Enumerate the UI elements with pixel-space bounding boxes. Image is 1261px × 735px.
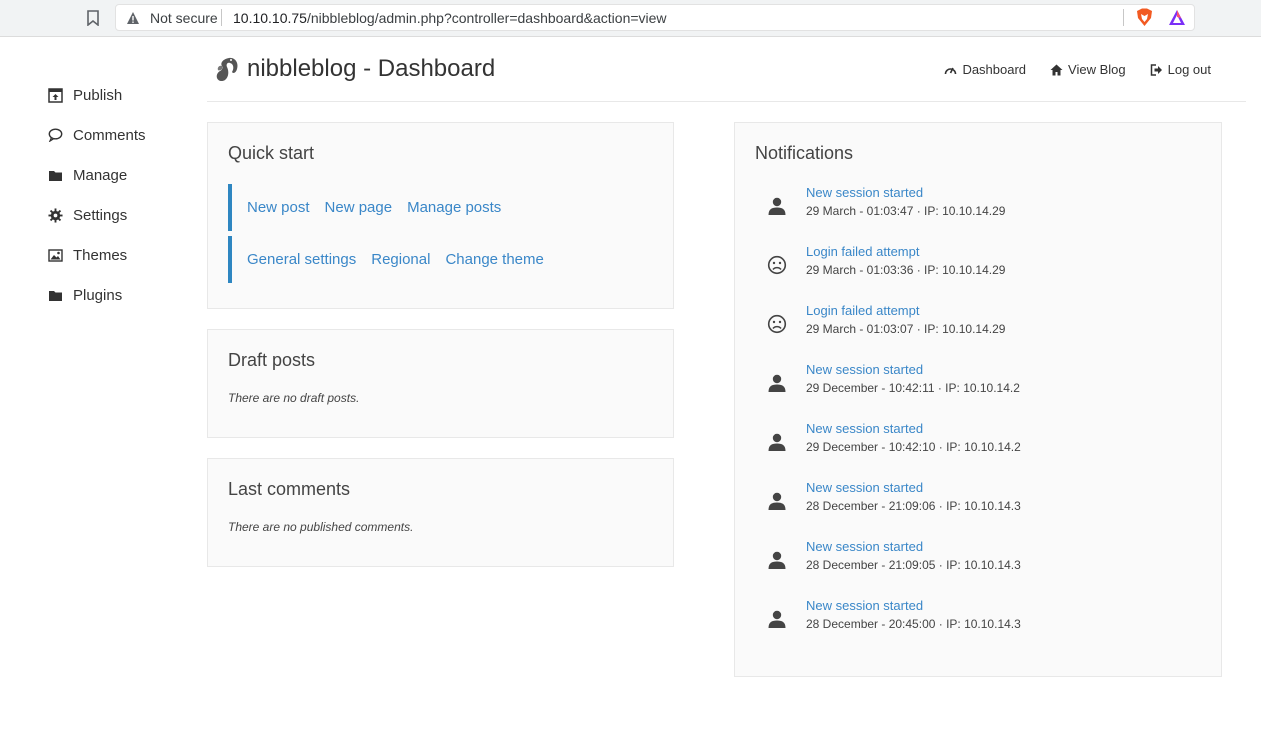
user-icon <box>767 609 787 629</box>
notification-detail: 29 March - 01:03:36 · IP: 10.10.14.29 <box>806 263 1006 277</box>
home-icon <box>1050 64 1063 75</box>
folder-icon <box>47 287 63 303</box>
browser-toolbar: Not secure 10.10.10.75/nibbleblog/admin.… <box>0 0 1261 37</box>
panel-title: Notifications <box>755 143 854 163</box>
sidebar-item-label: Themes <box>73 246 128 264</box>
url-text[interactable]: 10.10.10.75/nibbleblog/admin.php?control… <box>233 10 667 26</box>
nav-logout-link[interactable]: Log out <box>1150 62 1211 77</box>
notification-title-link[interactable]: New session started <box>806 539 923 554</box>
nav-label: Log out <box>1167 62 1211 77</box>
notification-title-link[interactable]: New session started <box>806 421 923 436</box>
quick-links-row: New post New page Manage posts <box>228 184 648 231</box>
logout-icon <box>1150 63 1162 76</box>
sidebar-item-label: Plugins <box>73 286 123 304</box>
last-comments-panel: Last comments There are no published com… <box>207 458 674 567</box>
sad-face-icon <box>767 314 787 334</box>
notification-item: New session started 28 December - 20:45:0… <box>755 598 1195 638</box>
draft-posts-panel: Draft posts There are no draft posts. <box>207 329 674 438</box>
bookmark-icon[interactable] <box>86 10 100 26</box>
panel-title: Quick start <box>228 143 315 163</box>
url-divider <box>221 9 222 26</box>
sidebar-item-manage[interactable]: Manage <box>47 164 127 186</box>
sidebar-item-label: Comments <box>73 126 146 144</box>
notification-detail: 29 March - 01:03:47 · IP: 10.10.14.29 <box>806 204 1006 218</box>
brave-shield-icon[interactable] <box>1136 8 1153 27</box>
image-icon <box>47 247 63 263</box>
notification-detail: 29 December - 10:42:11 · IP: 10.10.14.2 <box>806 381 1020 395</box>
user-icon <box>767 196 787 216</box>
nav-view-blog-link[interactable]: View Blog <box>1050 62 1126 77</box>
warning-icon[interactable] <box>126 11 140 25</box>
nav-dashboard-link[interactable]: Dashboard <box>944 62 1026 77</box>
page-title: nibbleblog - Dashboard <box>247 55 496 82</box>
empty-message: There are no draft posts. <box>228 391 360 405</box>
new-post-link[interactable]: New post <box>247 199 310 216</box>
regional-link[interactable]: Regional <box>371 251 430 268</box>
publish-icon <box>47 87 63 103</box>
panel-title: Draft posts <box>228 350 316 370</box>
security-label[interactable]: Not secure <box>150 10 218 26</box>
page-header: nibbleblog - Dashboard Dashboard View Bl… <box>207 37 1246 102</box>
top-nav: Dashboard View Blog Log out <box>944 62 1211 77</box>
notification-item: Login failed attempt 29 March - 01:03:07 … <box>755 303 1195 343</box>
quick-links-row: General settings Regional Change theme <box>228 236 648 283</box>
gauge-icon <box>945 67 957 75</box>
squirrel-logo-icon <box>216 57 238 82</box>
notification-item: New session started 28 December - 21:09:0… <box>755 539 1195 579</box>
folder-icon <box>47 167 63 183</box>
sidebar-item-settings[interactable]: Settings <box>47 204 127 226</box>
sidebar-item-label: Settings <box>73 206 128 224</box>
notification-title-link[interactable]: Login failed attempt <box>806 303 919 318</box>
notification-item: New session started 29 December - 10:42:1… <box>755 362 1195 402</box>
notification-detail: 28 December - 21:09:05 · IP: 10.10.14.3 <box>806 558 1021 572</box>
empty-message: There are no published comments. <box>228 520 414 534</box>
notification-detail: 29 March - 01:03:07 · IP: 10.10.14.29 <box>806 322 1006 336</box>
notification-title-link[interactable]: New session started <box>806 598 923 613</box>
sidebar-item-label: Manage <box>73 166 128 184</box>
user-icon <box>767 373 787 393</box>
notification-title-link[interactable]: New session started <box>806 185 923 200</box>
gear-icon <box>47 207 63 223</box>
notification-item: New session started 29 December - 10:42:1… <box>755 421 1195 461</box>
comment-icon <box>47 127 63 143</box>
sidebar-item-themes[interactable]: Themes <box>47 244 127 266</box>
quick-start-panel: Quick start New post New page Manage pos… <box>207 122 674 309</box>
address-bar[interactable]: Not secure 10.10.10.75/nibbleblog/admin.… <box>115 4 1195 31</box>
user-icon <box>767 491 787 511</box>
nav-label: Dashboard <box>962 62 1027 77</box>
notification-detail: 28 December - 20:45:00 · IP: 10.10.14.3 <box>806 617 1021 631</box>
sidebar-item-label: Publish <box>73 86 123 104</box>
manage-posts-link[interactable]: Manage posts <box>407 199 501 216</box>
url-divider <box>1123 9 1124 26</box>
sidebar-item-comments[interactable]: Comments <box>47 124 146 146</box>
nav-label: View Blog <box>1068 62 1126 77</box>
panel-title: Last comments <box>228 479 351 499</box>
sidebar-item-plugins[interactable]: Plugins <box>47 284 122 306</box>
notification-title-link[interactable]: Login failed attempt <box>806 244 919 259</box>
general-settings-link[interactable]: General settings <box>247 251 356 268</box>
notifications-panel: Notifications New session started 29 Marc… <box>734 122 1222 677</box>
new-page-link[interactable]: New page <box>325 199 393 216</box>
rewards-icon[interactable] <box>1168 9 1186 26</box>
notification-title-link[interactable]: New session started <box>806 362 923 377</box>
user-icon <box>767 550 787 570</box>
notification-title-link[interactable]: New session started <box>806 480 923 495</box>
sidebar-item-publish[interactable]: Publish <box>47 84 122 106</box>
notification-detail: 29 December - 10:42:10 · IP: 10.10.14.2 <box>806 440 1021 454</box>
sad-face-icon <box>767 255 787 275</box>
user-icon <box>767 432 787 452</box>
notification-item: Login failed attempt 29 March - 01:03:36 … <box>755 244 1195 284</box>
change-theme-link[interactable]: Change theme <box>445 251 543 268</box>
notification-item: New session started 29 March - 01:03:47 ·… <box>755 185 1195 225</box>
notification-item: New session started 28 December - 21:09:0… <box>755 480 1195 520</box>
notification-detail: 28 December - 21:09:06 · IP: 10.10.14.3 <box>806 499 1021 513</box>
